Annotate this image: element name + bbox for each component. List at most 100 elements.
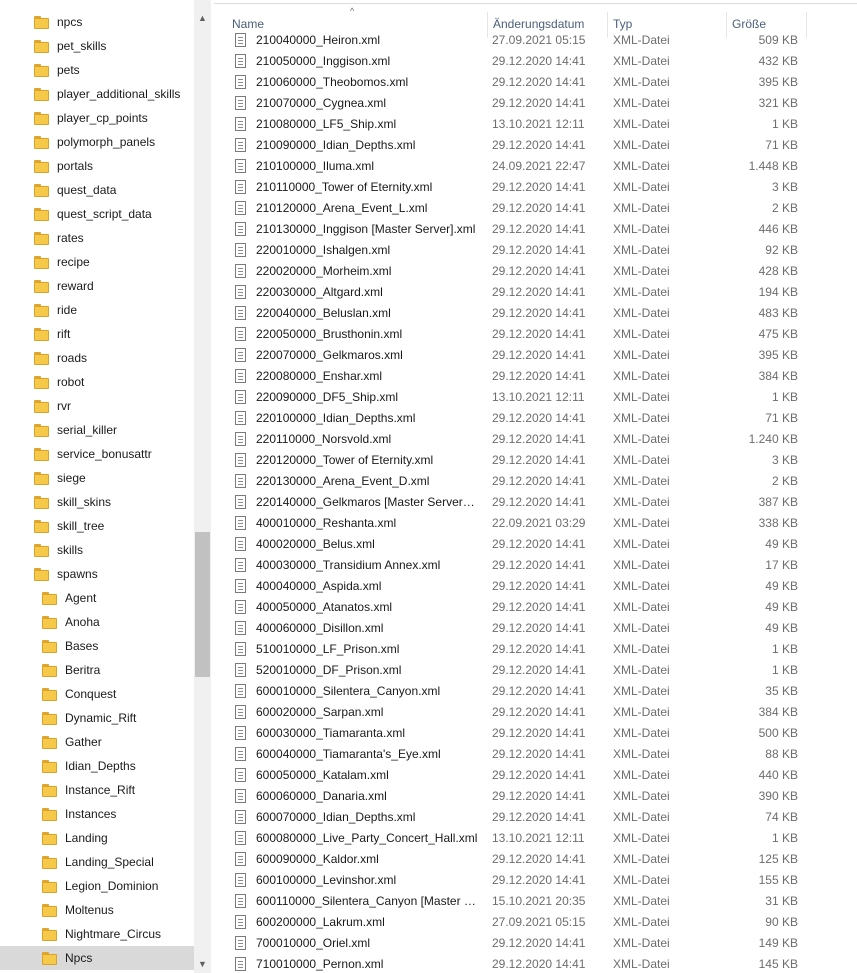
- nav-item-npcs[interactable]: Npcs: [0, 946, 194, 970]
- file-row[interactable]: 700010000_Oriel.xml 29.12.2020 14:41 XML-D…: [214, 933, 857, 954]
- file-row[interactable]: 210090000_Idian_Depths.xml 29.12.2020 14:…: [214, 135, 857, 156]
- file-row[interactable]: 220110000_Norsvold.xml 29.12.2020 14:41 XM…: [214, 429, 857, 450]
- file-row[interactable]: 600010000_Silentera_Canyon.xml 29.12.2020…: [214, 681, 857, 702]
- nav-item-skill-skins[interactable]: skill_skins: [0, 490, 194, 514]
- file-row[interactable]: 210050000_Inggison.xml 29.12.2020 14:41 XM…: [214, 51, 857, 72]
- nav-item-label: Anoha: [65, 615, 100, 629]
- file-row[interactable]: 220010000_Ishalgen.xml 29.12.2020 14:41 XM…: [214, 240, 857, 261]
- file-row[interactable]: 210080000_LF5_Ship.xml 13.10.2021 12:11 XM…: [214, 114, 857, 135]
- file-row[interactable]: 220090000_DF5_Ship.xml 13.10.2021 12:11 XM…: [214, 387, 857, 408]
- nav-item-service-bonusattr[interactable]: service_bonusattr: [0, 442, 194, 466]
- file-name: 600060000_Danaria.xml: [256, 789, 387, 803]
- nav-item-anoha[interactable]: Anoha: [0, 610, 194, 634]
- file-row[interactable]: 210130000_Inggison [Master Server].xml 29…: [214, 219, 857, 240]
- file-row[interactable]: 220050000_Brusthonin.xml 29.12.2020 14:41…: [214, 324, 857, 345]
- nav-item-landing[interactable]: Landing: [0, 826, 194, 850]
- xml-file-icon: [235, 138, 246, 152]
- file-row[interactable]: 220070000_Gelkmaros.xml 29.12.2020 14:41 X…: [214, 345, 857, 366]
- file-row[interactable]: 210040000_Heiron.xml 27.09.2021 05:15 XML-…: [214, 30, 857, 51]
- nav-item-player-cp-points[interactable]: player_cp_points: [0, 106, 194, 130]
- file-row[interactable]: 220120000_Tower of Eternity.xml 29.12.202…: [214, 450, 857, 471]
- nav-item-idian-depths[interactable]: Idian_Depths: [0, 754, 194, 778]
- file-row[interactable]: 400020000_Belus.xml 29.12.2020 14:41 XML-D…: [214, 534, 857, 555]
- file-row[interactable]: 220130000_Arena_Event_D.xml 29.12.2020 14…: [214, 471, 857, 492]
- nav-item-beritra[interactable]: Beritra: [0, 658, 194, 682]
- file-date: 29.12.2020 14:41: [492, 411, 586, 425]
- file-date: 29.12.2020 14:41: [492, 285, 586, 299]
- file-row[interactable]: 220100000_Idian_Depths.xml 29.12.2020 14:…: [214, 408, 857, 429]
- nav-item-npcs[interactable]: npcs: [0, 10, 194, 34]
- file-row[interactable]: 510010000_LF_Prison.xml 29.12.2020 14:41 X…: [214, 639, 857, 660]
- nav-item-bases[interactable]: Bases: [0, 634, 194, 658]
- nav-item-pets[interactable]: pets: [0, 58, 194, 82]
- file-row[interactable]: 600100000_Levinshor.xml 29.12.2020 14:41 X…: [214, 870, 857, 891]
- nav-item-recipe[interactable]: recipe: [0, 250, 194, 274]
- nav-item-instance-rift[interactable]: Instance_Rift: [0, 778, 194, 802]
- scroll-down-arrow-icon[interactable]: ▼: [194, 956, 211, 972]
- nav-item-spawns[interactable]: spawns: [0, 562, 194, 586]
- file-row[interactable]: 400010000_Reshanta.xml 22.09.2021 03:29 XM…: [214, 513, 857, 534]
- file-name: 600200000_Lakrum.xml: [256, 915, 385, 929]
- file-row[interactable]: 710010000_Pernon.xml 29.12.2020 14:41 XML-…: [214, 954, 857, 973]
- file-row[interactable]: 600090000_Kaldor.xml 29.12.2020 14:41 XML-…: [214, 849, 857, 870]
- nav-item-agent[interactable]: Agent: [0, 586, 194, 610]
- nav-item-quest-script-data[interactable]: quest_script_data: [0, 202, 194, 226]
- file-row[interactable]: 600200000_Lakrum.xml 27.09.2021 05:15 XML-…: [214, 912, 857, 933]
- nav-item-legion-dominion[interactable]: Legion_Dominion: [0, 874, 194, 898]
- file-row[interactable]: 220020000_Morheim.xml 29.12.2020 14:41 XML…: [214, 261, 857, 282]
- file-row[interactable]: 400040000_Aspida.xml 29.12.2020 14:41 XML-…: [214, 576, 857, 597]
- nav-item-robot[interactable]: robot: [0, 370, 194, 394]
- nav-item-gather[interactable]: Gather: [0, 730, 194, 754]
- scroll-thumb[interactable]: [195, 532, 210, 677]
- nav-item-player-additional-skills[interactable]: player_additional_skills: [0, 82, 194, 106]
- file-row[interactable]: 400030000_Transidium Annex.xml 29.12.2020…: [214, 555, 857, 576]
- file-row[interactable]: 210120000_Arena_Event_L.xml 29.12.2020 14…: [214, 198, 857, 219]
- xml-file-icon: [235, 936, 246, 950]
- file-row[interactable]: 400050000_Atanatos.xml 29.12.2020 14:41 XM…: [214, 597, 857, 618]
- file-row[interactable]: 520010000_DF_Prison.xml 29.12.2020 14:41 X…: [214, 660, 857, 681]
- nav-item-pet-skills[interactable]: pet_skills: [0, 34, 194, 58]
- file-row[interactable]: 210060000_Theobomos.xml 29.12.2020 14:41 X…: [214, 72, 857, 93]
- nav-item-rift[interactable]: rift: [0, 322, 194, 346]
- nav-item-instances[interactable]: Instances: [0, 802, 194, 826]
- nav-item-nightmare-circus[interactable]: Nightmare_Circus: [0, 922, 194, 946]
- nav-item-skills[interactable]: skills: [0, 538, 194, 562]
- file-row[interactable]: 600110000_Silentera_Canyon [Master Ser..…: [214, 891, 857, 912]
- nav-item-polymorph-panels[interactable]: polymorph_panels: [0, 130, 194, 154]
- nav-item-conquest[interactable]: Conquest: [0, 682, 194, 706]
- file-row[interactable]: 210070000_Cygnea.xml 29.12.2020 14:41 XML-…: [214, 93, 857, 114]
- file-row[interactable]: 220040000_Beluslan.xml 29.12.2020 14:41 XM…: [214, 303, 857, 324]
- file-row[interactable]: 600080000_Live_Party_Concert_Hall.xml 13.…: [214, 828, 857, 849]
- xml-file-icon: [235, 810, 246, 824]
- nav-item-ride[interactable]: ride: [0, 298, 194, 322]
- navigation-scrollbar[interactable]: ▲ ▼: [194, 0, 211, 973]
- file-row[interactable]: 600030000_Tiamaranta.xml 29.12.2020 14:41…: [214, 723, 857, 744]
- file-row[interactable]: 220030000_Altgard.xml 29.12.2020 14:41 XML…: [214, 282, 857, 303]
- file-row[interactable]: 600060000_Danaria.xml 29.12.2020 14:41 XML…: [214, 786, 857, 807]
- nav-item-rvr[interactable]: rvr: [0, 394, 194, 418]
- nav-item-serial-killer[interactable]: serial_killer: [0, 418, 194, 442]
- nav-item-rates[interactable]: rates: [0, 226, 194, 250]
- nav-item-quest-data[interactable]: quest_data: [0, 178, 194, 202]
- file-row[interactable]: 600040000_Tiamaranta's_Eye.xml 29.12.2020…: [214, 744, 857, 765]
- nav-item-portals[interactable]: portals: [0, 154, 194, 178]
- file-row[interactable]: 210100000_Iluma.xml 24.09.2021 22:47 XML-D…: [214, 156, 857, 177]
- nav-item-roads[interactable]: roads: [0, 346, 194, 370]
- scroll-up-arrow-icon[interactable]: ▲: [194, 10, 211, 26]
- nav-item-reward[interactable]: reward: [0, 274, 194, 298]
- nav-item-label: quest_script_data: [57, 207, 152, 221]
- file-row[interactable]: 600070000_Idian_Depths.xml 29.12.2020 14:…: [214, 807, 857, 828]
- file-type: XML-Datei: [613, 789, 670, 803]
- file-row[interactable]: 400060000_Disillon.xml 29.12.2020 14:41 XM…: [214, 618, 857, 639]
- file-row[interactable]: 220080000_Enshar.xml 29.12.2020 14:41 XML-…: [214, 366, 857, 387]
- file-row[interactable]: 210110000_Tower of Eternity.xml 29.12.202…: [214, 177, 857, 198]
- nav-item-landing-special[interactable]: Landing_Special: [0, 850, 194, 874]
- folder-icon: [42, 903, 57, 917]
- file-row[interactable]: 600020000_Sarpan.xml 29.12.2020 14:41 XML-…: [214, 702, 857, 723]
- file-row[interactable]: 220140000_Gelkmaros [Master Server].xml 2…: [214, 492, 857, 513]
- nav-item-siege[interactable]: siege: [0, 466, 194, 490]
- nav-item-moltenus[interactable]: Moltenus: [0, 898, 194, 922]
- nav-item-skill-tree[interactable]: skill_tree: [0, 514, 194, 538]
- nav-item-dynamic-rift[interactable]: Dynamic_Rift: [0, 706, 194, 730]
- file-row[interactable]: 600050000_Katalam.xml 29.12.2020 14:41 XML…: [214, 765, 857, 786]
